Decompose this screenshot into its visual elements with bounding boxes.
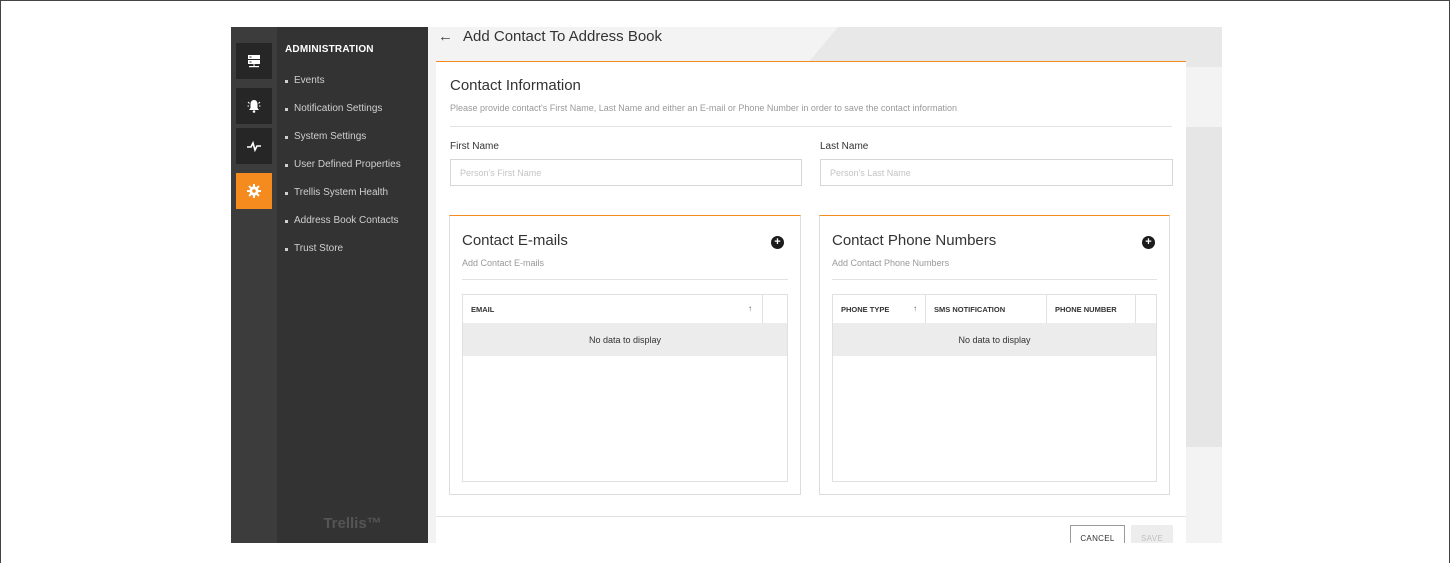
divider bbox=[450, 126, 1172, 127]
first-name-label: First Name bbox=[450, 141, 499, 152]
nav-item-system-settings[interactable]: System Settings bbox=[285, 131, 401, 159]
contact-phones-panel: Contact Phone Numbers Add Contact Phone … bbox=[819, 215, 1170, 495]
nav-item-label: Trellis System Health bbox=[294, 187, 389, 198]
section-description: Please provide contact's First Name, Las… bbox=[450, 103, 957, 113]
emails-description: Add Contact E-mails bbox=[462, 258, 545, 268]
bullet-icon bbox=[285, 108, 288, 111]
emails-title: Contact E-mails bbox=[462, 232, 568, 249]
contact-emails-panel: Contact E-mails Add Contact E-mails + EM… bbox=[449, 215, 801, 495]
plus-circle-icon: + bbox=[774, 236, 781, 248]
nav-title: ADMINISTRATION bbox=[285, 44, 374, 55]
admin-nav-panel: ADMINISTRATION Events Notification Setti… bbox=[277, 27, 428, 543]
table-header: PHONE TYPE ↑ SMS NOTIFICATION PHONE NUMB… bbox=[833, 295, 1156, 323]
column-header-email[interactable]: EMAIL ↑ bbox=[463, 295, 763, 323]
emails-table: EMAIL ↑ No data to display bbox=[462, 294, 788, 482]
gear-icon bbox=[246, 183, 262, 199]
section-title: Contact Information bbox=[450, 77, 581, 94]
empty-state: No data to display bbox=[833, 323, 1156, 356]
column-label: PHONE NUMBER bbox=[1055, 304, 1117, 314]
nav-item-trust-store[interactable]: Trust Store bbox=[285, 243, 401, 271]
nav-item-label: Trust Store bbox=[294, 243, 344, 254]
contact-form-card: Contact Information Please provide conta… bbox=[436, 61, 1186, 543]
main-content: ← Add Contact To Address Book Contact In… bbox=[428, 27, 1222, 543]
admin-nav-button[interactable] bbox=[236, 173, 272, 209]
cancel-button[interactable]: CANCEL bbox=[1070, 525, 1125, 543]
column-header-phone-type[interactable]: PHONE TYPE ↑ bbox=[833, 295, 926, 323]
bullet-icon bbox=[285, 248, 288, 251]
sort-ascending-icon: ↑ bbox=[748, 304, 752, 313]
last-name-input[interactable] bbox=[820, 159, 1173, 186]
brand-logo: Trellis™ bbox=[323, 515, 382, 532]
table-header: EMAIL ↑ bbox=[463, 295, 787, 323]
nav-item-label: User Defined Properties bbox=[294, 159, 401, 170]
bullet-icon bbox=[285, 136, 288, 139]
column-header-sms-notification[interactable]: SMS NOTIFICATION bbox=[926, 295, 1047, 323]
nav-list: Events Notification Settings System Sett… bbox=[285, 75, 401, 271]
nav-item-label: Events bbox=[294, 75, 325, 86]
back-arrow-icon[interactable]: ← bbox=[438, 29, 453, 44]
column-label: EMAIL bbox=[471, 304, 495, 314]
nav-item-label: Notification Settings bbox=[294, 103, 383, 114]
background-decoration bbox=[1186, 127, 1222, 447]
plus-circle-icon: + bbox=[1145, 236, 1152, 248]
add-email-button[interactable]: + bbox=[771, 236, 784, 249]
nav-item-events[interactable]: Events bbox=[285, 75, 401, 103]
phones-title: Contact Phone Numbers bbox=[832, 232, 997, 249]
last-name-label: Last Name bbox=[820, 141, 869, 152]
server-icon bbox=[246, 53, 262, 69]
divider bbox=[436, 516, 1186, 517]
divider bbox=[832, 279, 1157, 280]
health-nav-button[interactable] bbox=[236, 128, 272, 164]
phones-description: Add Contact Phone Numbers bbox=[832, 258, 950, 268]
column-label: PHONE TYPE bbox=[841, 304, 890, 314]
server-nav-button[interactable] bbox=[236, 43, 272, 79]
alarm-bell-icon bbox=[246, 98, 262, 114]
nav-item-label: Address Book Contacts bbox=[294, 215, 399, 226]
sort-ascending-icon: ↑ bbox=[913, 304, 917, 313]
page-header: ← Add Contact To Address Book bbox=[438, 28, 662, 45]
nav-item-address-book-contacts[interactable]: Address Book Contacts bbox=[285, 215, 401, 243]
add-phone-button[interactable]: + bbox=[1142, 236, 1155, 249]
page-title: Add Contact To Address Book bbox=[463, 28, 663, 45]
nav-item-label: System Settings bbox=[294, 131, 367, 142]
empty-state: No data to display bbox=[463, 323, 787, 356]
icon-rail bbox=[231, 27, 277, 543]
nav-item-system-health[interactable]: Trellis System Health bbox=[285, 187, 401, 215]
nav-item-user-defined-properties[interactable]: User Defined Properties bbox=[285, 159, 401, 187]
column-label: SMS NOTIFICATION bbox=[934, 304, 1006, 314]
column-header-phone-number[interactable]: PHONE NUMBER bbox=[1047, 295, 1136, 323]
bullet-icon bbox=[285, 192, 288, 195]
phones-table: PHONE TYPE ↑ SMS NOTIFICATION PHONE NUMB… bbox=[832, 294, 1157, 482]
first-name-input[interactable] bbox=[450, 159, 802, 186]
bullet-icon bbox=[285, 164, 288, 167]
column-header-actions bbox=[763, 295, 787, 323]
save-button[interactable]: SAVE bbox=[1131, 525, 1173, 543]
column-header-actions bbox=[1136, 295, 1156, 323]
nav-item-notification-settings[interactable]: Notification Settings bbox=[285, 103, 401, 131]
divider bbox=[462, 279, 788, 280]
alarm-nav-button[interactable] bbox=[236, 88, 272, 124]
bullet-icon bbox=[285, 220, 288, 223]
bullet-icon bbox=[285, 80, 288, 83]
pulse-icon bbox=[246, 138, 262, 154]
